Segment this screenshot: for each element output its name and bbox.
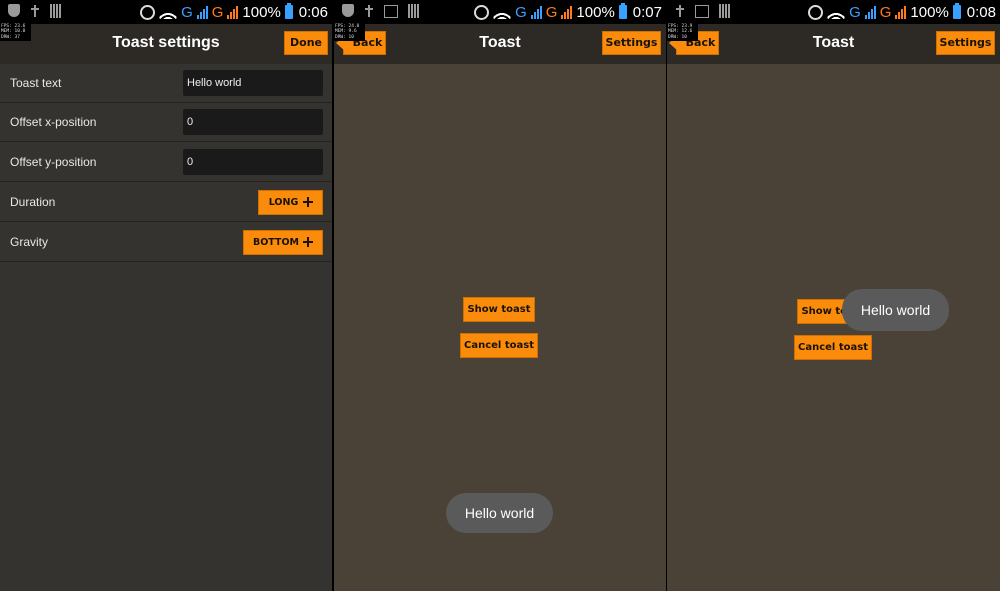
clock: 0:06 — [298, 3, 328, 21]
setting-label: Offset x-position — [10, 115, 97, 129]
battery-percent: 100% — [242, 3, 281, 21]
wifi-icon — [493, 5, 512, 19]
settings-button[interactable]: Settings — [936, 31, 995, 55]
network-type-label: G — [879, 3, 892, 21]
battery-percent: 100% — [576, 3, 615, 21]
setting-row-offset-x: Offset x-position 0 — [0, 103, 332, 142]
action-bar: Toast settings Done — [0, 24, 332, 64]
offset-y-input[interactable]: 0 — [183, 149, 323, 175]
bars-icon — [50, 4, 61, 18]
gravity-value: BOTTOM — [252, 237, 300, 248]
usb-icon — [364, 4, 374, 18]
setting-row-duration: Duration LONG — [0, 183, 332, 222]
duration-value: LONG — [268, 197, 299, 208]
shield-icon — [342, 4, 354, 17]
clock: 0:08 — [966, 3, 996, 21]
debug-overlay: FPS: 23.6 MEM: 10.8 DRW: 37 — [0, 24, 31, 41]
network-type-label: G — [545, 3, 558, 21]
cancel-toast-button[interactable]: Cancel toast — [794, 335, 872, 360]
plus-icon — [303, 197, 313, 207]
debug-overlay: FPS: 24.0 MEM: 9.6 DRW: 10 — [334, 24, 365, 41]
duration-select-button[interactable]: LONG — [258, 190, 323, 215]
signal-icon — [530, 5, 542, 19]
bars-icon — [719, 4, 730, 18]
battery-icon — [952, 3, 961, 19]
signal-icon — [895, 5, 907, 19]
clock: 0:07 — [632, 3, 662, 21]
status-bar: G G 100% 0:08 — [667, 0, 1000, 24]
toast-screen: G G 100% 0:08 Toast Back Settings FPS: 2… — [667, 0, 1000, 591]
setting-label: Toast text — [10, 76, 62, 90]
action-bar: Toast Back Settings — [334, 24, 666, 64]
offset-x-input[interactable]: 0 — [183, 109, 323, 135]
signal-icon — [864, 5, 876, 19]
network-type-label: G — [515, 3, 527, 21]
signal-icon — [227, 5, 239, 19]
bars-icon — [408, 4, 419, 18]
drw-readout: DRW: 10 — [335, 34, 354, 40]
settings-button[interactable]: Settings — [602, 31, 661, 55]
alarm-icon — [140, 4, 156, 20]
toast-message: Hello world — [842, 289, 949, 331]
gravity-select-button[interactable]: BOTTOM — [243, 230, 323, 255]
network-type-label: G — [211, 3, 224, 21]
wifi-icon — [159, 5, 178, 19]
page-title: Toast settings — [112, 34, 220, 51]
setting-row-offset-y: Offset y-position 0 — [0, 143, 332, 182]
setting-row-toast-text: Toast text Hello world — [0, 64, 332, 103]
status-bar: G G 100% 0:07 — [334, 0, 666, 24]
plus-icon — [303, 237, 313, 247]
alarm-icon — [808, 4, 824, 20]
setting-row-gravity: Gravity BOTTOM — [0, 223, 332, 262]
toast-message: Hello world — [446, 493, 553, 533]
toast-text-input[interactable]: Hello world — [183, 70, 323, 96]
battery-icon — [618, 3, 627, 19]
setting-label: Offset y-position — [10, 155, 97, 169]
image-icon — [695, 5, 709, 18]
debug-overlay: FPS: 23.9 MEM: 12.6 DRW: 10 — [667, 24, 698, 41]
alarm-icon — [474, 4, 490, 20]
signal-icon — [196, 5, 208, 19]
image-icon — [384, 5, 398, 18]
setting-label: Duration — [10, 195, 56, 209]
usb-icon — [675, 4, 685, 18]
usb-icon — [30, 4, 40, 18]
cancel-toast-button[interactable]: Cancel toast — [460, 333, 538, 358]
done-button[interactable]: Done — [284, 31, 328, 55]
wifi-icon — [827, 5, 846, 19]
network-type-label: G — [849, 3, 861, 21]
setting-label: Gravity — [10, 235, 49, 249]
drw-readout: DRW: 37 — [1, 34, 20, 40]
signal-icon — [561, 5, 573, 19]
shield-icon — [8, 4, 20, 17]
status-bar: G G 100% 0:06 — [0, 0, 332, 24]
battery-percent: 100% — [910, 3, 949, 21]
show-toast-button[interactable]: Show toast — [463, 297, 535, 322]
action-bar: Toast Back Settings — [667, 24, 1000, 64]
settings-screen: G G 100% 0:06 Toast settings Done FPS: 2… — [0, 0, 332, 591]
drw-readout: DRW: 10 — [668, 34, 687, 40]
battery-icon — [284, 3, 293, 19]
network-type-label: G — [181, 3, 193, 21]
toast-screen: G G 100% 0:07 Toast Back Settings FPS: 2… — [334, 0, 666, 591]
